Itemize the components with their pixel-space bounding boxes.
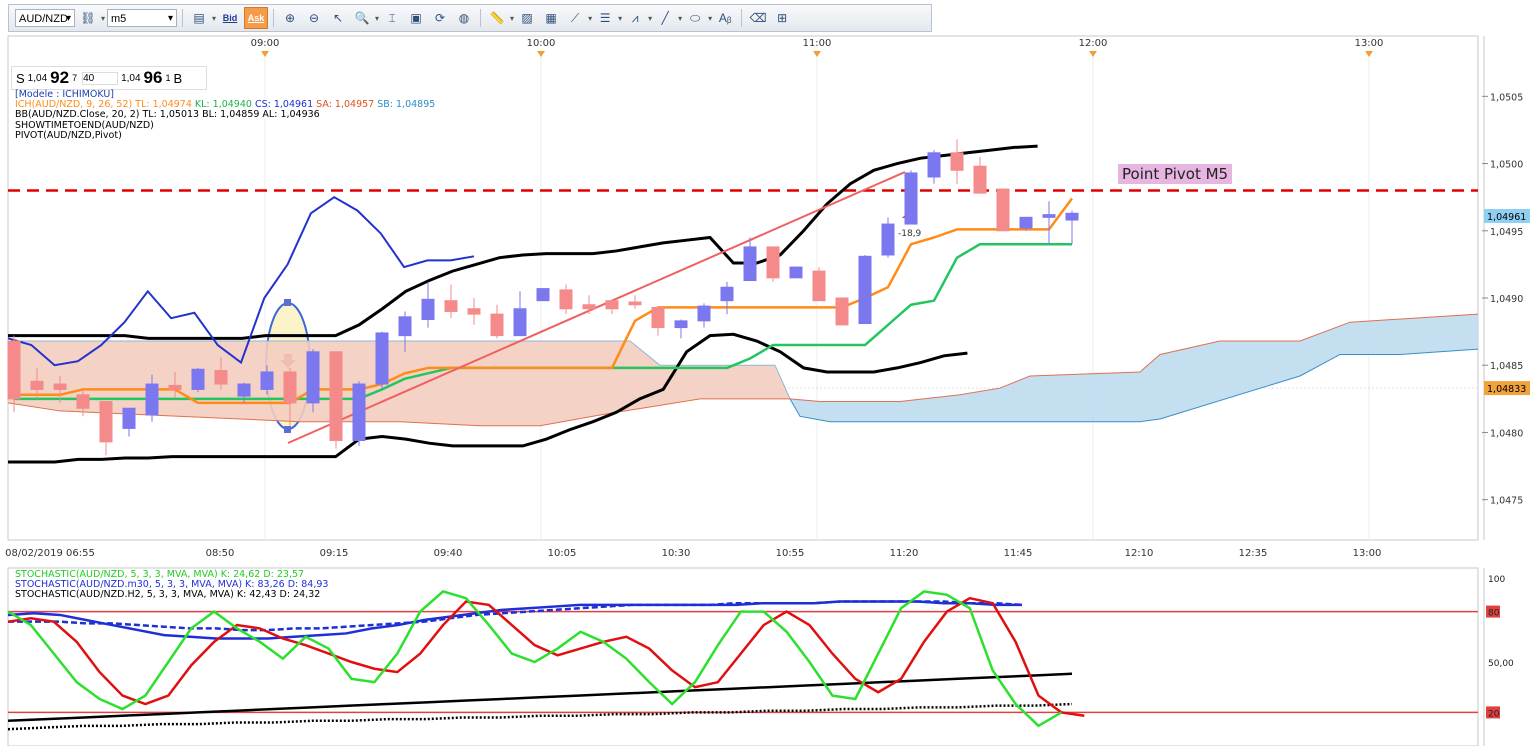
bottom-time-tick-label: 12:10	[1125, 548, 1154, 559]
top-time-tick-label: 12:00	[1079, 38, 1108, 49]
bottom-time-tick-label: 08/02/2019 06:55	[5, 548, 95, 559]
candle-body	[513, 308, 527, 337]
candle-body	[237, 383, 251, 397]
buy-pip-prefix: 1,04	[121, 72, 141, 84]
price-tick-label: 1,0475	[1490, 496, 1523, 507]
price-tick-label: 1,0500	[1490, 160, 1523, 171]
stoch-tick-label: 20	[1488, 709, 1500, 719]
candle-body	[697, 305, 711, 322]
candle-body	[444, 300, 458, 312]
candle-body	[835, 297, 849, 326]
stoch-tick-label: 50,00	[1488, 659, 1514, 669]
candle-body	[674, 320, 688, 329]
kumo-edge-label: 1,04833	[1487, 384, 1526, 395]
current-price-box: 1,04961	[1484, 208, 1530, 223]
candle-body	[904, 172, 918, 225]
bottom-time-tick-label: 10:05	[548, 548, 577, 559]
candle-body	[950, 152, 964, 171]
sell-prefix: S	[16, 70, 25, 86]
buy-suffix: B	[173, 70, 183, 86]
buy-price[interactable]: 96	[144, 68, 163, 88]
price-tick-label: 1,0495	[1490, 227, 1523, 238]
candle-body	[559, 289, 573, 310]
candle-body	[812, 270, 826, 302]
spread-value: 40	[82, 71, 119, 85]
candle-body	[467, 308, 481, 315]
trade-value-label: -18,9	[898, 229, 922, 239]
bottom-time-tick-label: 13:00	[1353, 548, 1382, 559]
candle-body	[490, 313, 504, 337]
top-time-tick-label: 11:00	[803, 38, 832, 49]
price-tick-label: 1,0480	[1490, 428, 1523, 439]
candle-body	[536, 288, 550, 302]
candle-body	[789, 266, 803, 279]
buy-fraction: 1	[165, 73, 171, 83]
candle-body	[191, 368, 205, 390]
bottom-time-tick-label: 12:35	[1239, 548, 1268, 559]
candle-body	[1065, 212, 1079, 221]
kumo-edge-box: 1,04833	[1484, 381, 1530, 396]
candle-body	[99, 401, 113, 443]
candle-body	[145, 383, 159, 416]
candle-body	[743, 246, 757, 282]
candle-body	[7, 340, 21, 400]
candle-body	[421, 298, 435, 321]
bottom-time-tick-label: 11:20	[890, 548, 919, 559]
bottom-time-tick-label: 09:40	[434, 548, 463, 559]
candle-body	[329, 351, 343, 442]
candle-body	[858, 255, 872, 325]
pivot-legend: PIVOT(AUD/NZD,Pivot)	[15, 130, 122, 141]
ellipse-handle-icon	[284, 426, 291, 433]
stoch-tick-label: 80	[1488, 609, 1500, 619]
candle-body	[214, 370, 228, 385]
stoch-legend-3: STOCHASTIC(AUD/NZD.H2, 5, 3, 3, MVA, MVA…	[15, 589, 321, 600]
candle-body	[1042, 214, 1056, 218]
top-time-tick-label: 13:00	[1355, 38, 1384, 49]
candle-body	[927, 152, 941, 178]
sell-pip-prefix: 1,04	[27, 72, 48, 84]
candle-body	[766, 246, 780, 279]
ich-sa-value: SA: 1,04957	[316, 99, 375, 110]
candle-body	[582, 304, 596, 310]
quote-box[interactable]: S 1,04 92 7 40 1,04 96 1 B	[11, 66, 207, 90]
bottom-time-tick-label: 09:15	[320, 548, 349, 559]
candle-body	[605, 300, 619, 310]
candle-body	[30, 380, 44, 390]
candle-body	[76, 394, 90, 409]
bollinger-legend: BB(AUD/NZD.Close, 20, 2) TL: 1,05013 BL:…	[15, 109, 320, 120]
candle-body	[53, 383, 67, 390]
ich-sb-value: SB: 1,04895	[377, 99, 436, 110]
top-time-tick-label: 10:00	[527, 38, 556, 49]
candle-body	[260, 371, 274, 390]
candle-body	[122, 407, 136, 429]
pivot-label: Point Pivot M5	[1118, 164, 1233, 184]
current-price-label: 1,04961	[1487, 212, 1526, 223]
sell-price[interactable]: 92	[50, 68, 69, 88]
candle-body	[996, 188, 1010, 232]
price-tick-label: 1,0505	[1490, 92, 1523, 103]
bottom-time-tick-label: 10:55	[776, 548, 805, 559]
candle-body	[168, 384, 182, 390]
candle-body	[306, 351, 320, 404]
candle-body	[881, 223, 895, 256]
candle-body	[1019, 216, 1033, 229]
stoch-tick-label: 100	[1488, 575, 1505, 585]
candle-body	[352, 383, 366, 442]
bottom-time-tick-label: 11:45	[1004, 548, 1033, 559]
top-time-tick-label: 09:00	[251, 38, 280, 49]
bottom-time-tick-label: 10:30	[662, 548, 691, 559]
candle-body	[651, 306, 665, 329]
ellipse-handle-icon	[284, 299, 291, 306]
candle-body	[398, 316, 412, 337]
candle-body	[973, 165, 987, 194]
sell-fraction: 7	[72, 73, 78, 83]
candle-body	[375, 332, 389, 385]
candle-body	[720, 286, 734, 302]
bottom-time-tick-label: 08:50	[206, 548, 235, 559]
price-tick-label: 1,0490	[1490, 294, 1523, 305]
price-tick-label: 1,0485	[1490, 361, 1523, 372]
candle-body	[628, 301, 642, 306]
candle-body	[283, 371, 297, 404]
